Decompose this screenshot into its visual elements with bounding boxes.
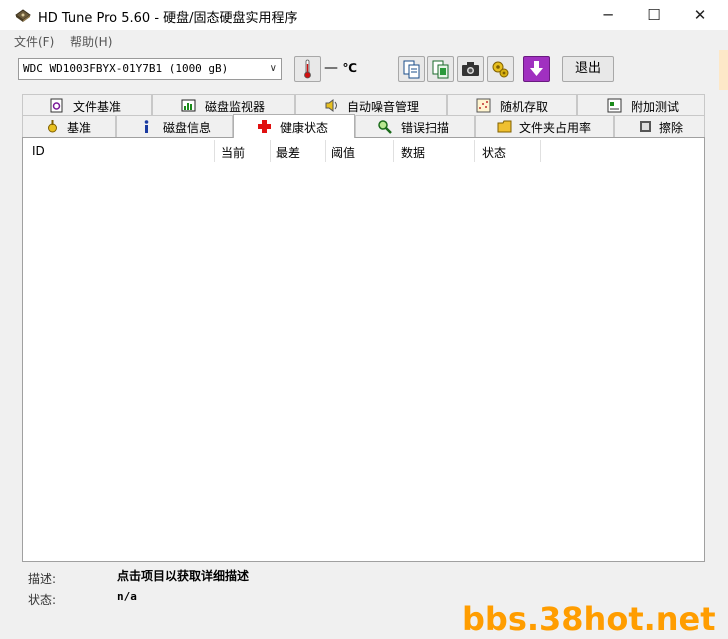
tab-folder-usage-label: 文件夹占用率 bbox=[519, 121, 592, 135]
tab-disk-monitor[interactable]: 磁盘监视器 bbox=[152, 94, 295, 116]
drive-select[interactable]: WDC WD1003FBYX-01Y7B1 (1000 gB) ∨ bbox=[18, 58, 282, 80]
tab-folder-usage[interactable]: 文件夹占用率 bbox=[475, 115, 614, 137]
status-label: 状态: bbox=[28, 593, 57, 607]
temperature-readout: — ℃ bbox=[324, 60, 357, 76]
tab-random-access-label: 随机存取 bbox=[500, 100, 549, 114]
download-arrow-icon bbox=[530, 61, 543, 76]
camera-icon bbox=[462, 62, 479, 76]
tab-error-scan-label: 错误扫描 bbox=[401, 121, 450, 135]
tab-disk-monitor-label: 磁盘监视器 bbox=[205, 100, 266, 114]
thermometer-icon bbox=[304, 59, 311, 79]
tab-random-access[interactable]: 随机存取 bbox=[447, 94, 577, 116]
column-header-data[interactable]: 数据 bbox=[401, 144, 425, 161]
magnifier-icon bbox=[378, 120, 392, 134]
watermark-text: bbs.38hot.net bbox=[462, 600, 716, 638]
drive-select-value: WDC WD1003FBYX-01Y7B1 (1000 gB) bbox=[23, 62, 229, 75]
tab-benchmark-label: 基准 bbox=[67, 121, 92, 135]
column-divider bbox=[474, 140, 475, 162]
description-value: 点击项目以获取详细描述 bbox=[117, 569, 250, 583]
menu-bar: 文件(F) 帮助(H) bbox=[0, 30, 728, 50]
copy-all-icon bbox=[432, 60, 449, 79]
column-divider bbox=[270, 140, 271, 162]
tab-erase-label: 擦除 bbox=[659, 121, 684, 135]
save-download-button[interactable] bbox=[523, 56, 550, 82]
tab-file-benchmark-label: 文件基准 bbox=[73, 100, 122, 114]
screenshot-button[interactable] bbox=[457, 56, 484, 82]
tab-file-benchmark[interactable]: 文件基准 bbox=[22, 94, 152, 116]
temperature-value: — bbox=[324, 60, 343, 76]
column-header-worst[interactable]: 最差 bbox=[276, 144, 300, 161]
copy-all-button[interactable] bbox=[427, 56, 454, 82]
tab-extra-tests-label: 附加测试 bbox=[631, 100, 680, 114]
file-benchmark-icon bbox=[50, 98, 63, 113]
window-title: HD Tune Pro 5.60 - 硬盘/固态硬盘实用程序 bbox=[38, 11, 298, 26]
tab-aam[interactable]: 自动噪音管理 bbox=[295, 94, 447, 116]
settings-gear-icon bbox=[492, 61, 509, 78]
temperature-unit: ℃ bbox=[342, 61, 357, 75]
app-disk-icon bbox=[15, 9, 31, 22]
extra-tests-icon bbox=[607, 98, 622, 113]
column-divider bbox=[325, 140, 326, 162]
info-icon bbox=[144, 120, 149, 133]
tab-erase[interactable]: 擦除 bbox=[614, 115, 705, 137]
column-header-id[interactable]: ID bbox=[32, 144, 45, 158]
tab-error-scan[interactable]: 错误扫描 bbox=[355, 115, 475, 137]
speaker-icon bbox=[325, 99, 337, 112]
minimize-button[interactable]: ─ bbox=[585, 0, 631, 30]
options-button[interactable] bbox=[487, 56, 514, 82]
close-button[interactable]: ✕ bbox=[677, 0, 723, 30]
status-value: n/a bbox=[117, 590, 137, 603]
chevron-down-icon: ∨ bbox=[269, 63, 277, 74]
column-divider bbox=[214, 140, 215, 162]
menu-file[interactable]: 文件(F) bbox=[14, 33, 54, 50]
tab-health[interactable]: 健康状态 bbox=[233, 114, 355, 138]
copy-icon bbox=[403, 60, 420, 79]
menu-help[interactable]: 帮助(H) bbox=[70, 33, 112, 50]
tab-disk-info[interactable]: 磁盘信息 bbox=[116, 115, 233, 137]
health-table[interactable]: ID 当前 最差 阈值 数据 状态 bbox=[22, 137, 705, 562]
column-divider bbox=[393, 140, 394, 162]
tab-benchmark[interactable]: 基准 bbox=[22, 115, 116, 137]
maximize-button[interactable]: ☐ bbox=[631, 0, 677, 30]
random-access-icon bbox=[476, 98, 491, 113]
exit-button[interactable]: 退出 bbox=[562, 56, 614, 82]
tab-aam-label: 自动噪音管理 bbox=[347, 100, 420, 114]
copy-text-button[interactable] bbox=[398, 56, 425, 82]
tab-disk-info-label: 磁盘信息 bbox=[163, 121, 212, 135]
benchmark-icon bbox=[48, 120, 57, 133]
erase-icon bbox=[640, 121, 651, 132]
column-header-current[interactable]: 当前 bbox=[221, 144, 245, 161]
health-cross-icon bbox=[258, 120, 271, 133]
tab-health-label: 健康状态 bbox=[280, 121, 329, 135]
tab-extra-tests[interactable]: 附加测试 bbox=[577, 94, 705, 116]
folder-icon bbox=[497, 120, 512, 133]
column-header-status[interactable]: 状态 bbox=[482, 144, 506, 161]
temperature-button[interactable] bbox=[294, 56, 321, 82]
title-bar: HD Tune Pro 5.60 - 硬盘/固态硬盘实用程序 ─ ☐ ✕ bbox=[0, 0, 728, 30]
disk-monitor-icon bbox=[181, 99, 196, 112]
column-header-threshold[interactable]: 阈值 bbox=[331, 144, 355, 161]
background-window-strip bbox=[719, 50, 728, 90]
column-divider bbox=[540, 140, 541, 162]
description-label: 描述: bbox=[28, 572, 57, 586]
